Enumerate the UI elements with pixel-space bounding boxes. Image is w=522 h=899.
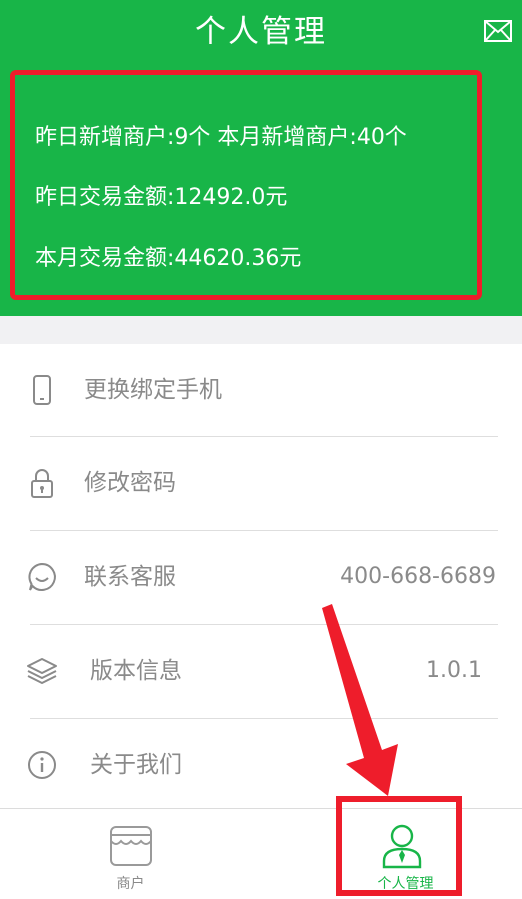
phone-icon bbox=[33, 375, 51, 405]
version-number: 1.0.1 bbox=[426, 658, 482, 683]
stat-yesterday-amount: 昨日交易金额:12492.0元 bbox=[35, 185, 288, 210]
menu-item-label: 修改密码 bbox=[84, 470, 176, 496]
service-phone-number: 400-668-6689 bbox=[340, 564, 496, 589]
menu-item-label: 版本信息 bbox=[90, 658, 182, 684]
section-gap bbox=[0, 316, 522, 344]
menu-item-contact-service[interactable]: 联系客服 400-668-6689 bbox=[0, 531, 522, 623]
menu-item-label: 关于我们 bbox=[90, 752, 182, 778]
tab-merchants[interactable]: 商户 bbox=[0, 809, 261, 899]
info-icon bbox=[28, 751, 56, 779]
menu-item-change-password[interactable]: 修改密码 bbox=[0, 437, 522, 529]
tab-highlight-annotation bbox=[336, 796, 462, 896]
menu-item-version-info[interactable]: 版本信息 1.0.1 bbox=[0, 625, 522, 717]
stats-annotation-box: 昨日新增商户:9个 本月新增商户:40个 昨日交易金额:12492.0元 本月交… bbox=[10, 70, 482, 300]
chat-icon bbox=[28, 562, 56, 591]
stat-month-amount: 本月交易金额:44620.36元 bbox=[35, 246, 302, 271]
layers-icon bbox=[27, 658, 57, 684]
stat-new-merchants: 昨日新增商户:9个 本月新增商户:40个 bbox=[35, 125, 407, 150]
mail-icon[interactable] bbox=[484, 20, 512, 42]
menu-item-label: 更换绑定手机 bbox=[84, 377, 222, 403]
tab-label: 商户 bbox=[116, 876, 145, 892]
page-title: 个人管理 bbox=[195, 14, 327, 50]
lock-icon bbox=[31, 469, 53, 498]
menu-item-label: 联系客服 bbox=[84, 564, 176, 590]
menu-item-change-phone[interactable]: 更换绑定手机 bbox=[0, 344, 522, 436]
store-icon bbox=[110, 826, 152, 866]
header: 个人管理 昨日新增商户:9个 本月新增商户:40个 昨日交易金额:12492.0… bbox=[0, 0, 522, 316]
annotation-arrow bbox=[322, 604, 398, 796]
